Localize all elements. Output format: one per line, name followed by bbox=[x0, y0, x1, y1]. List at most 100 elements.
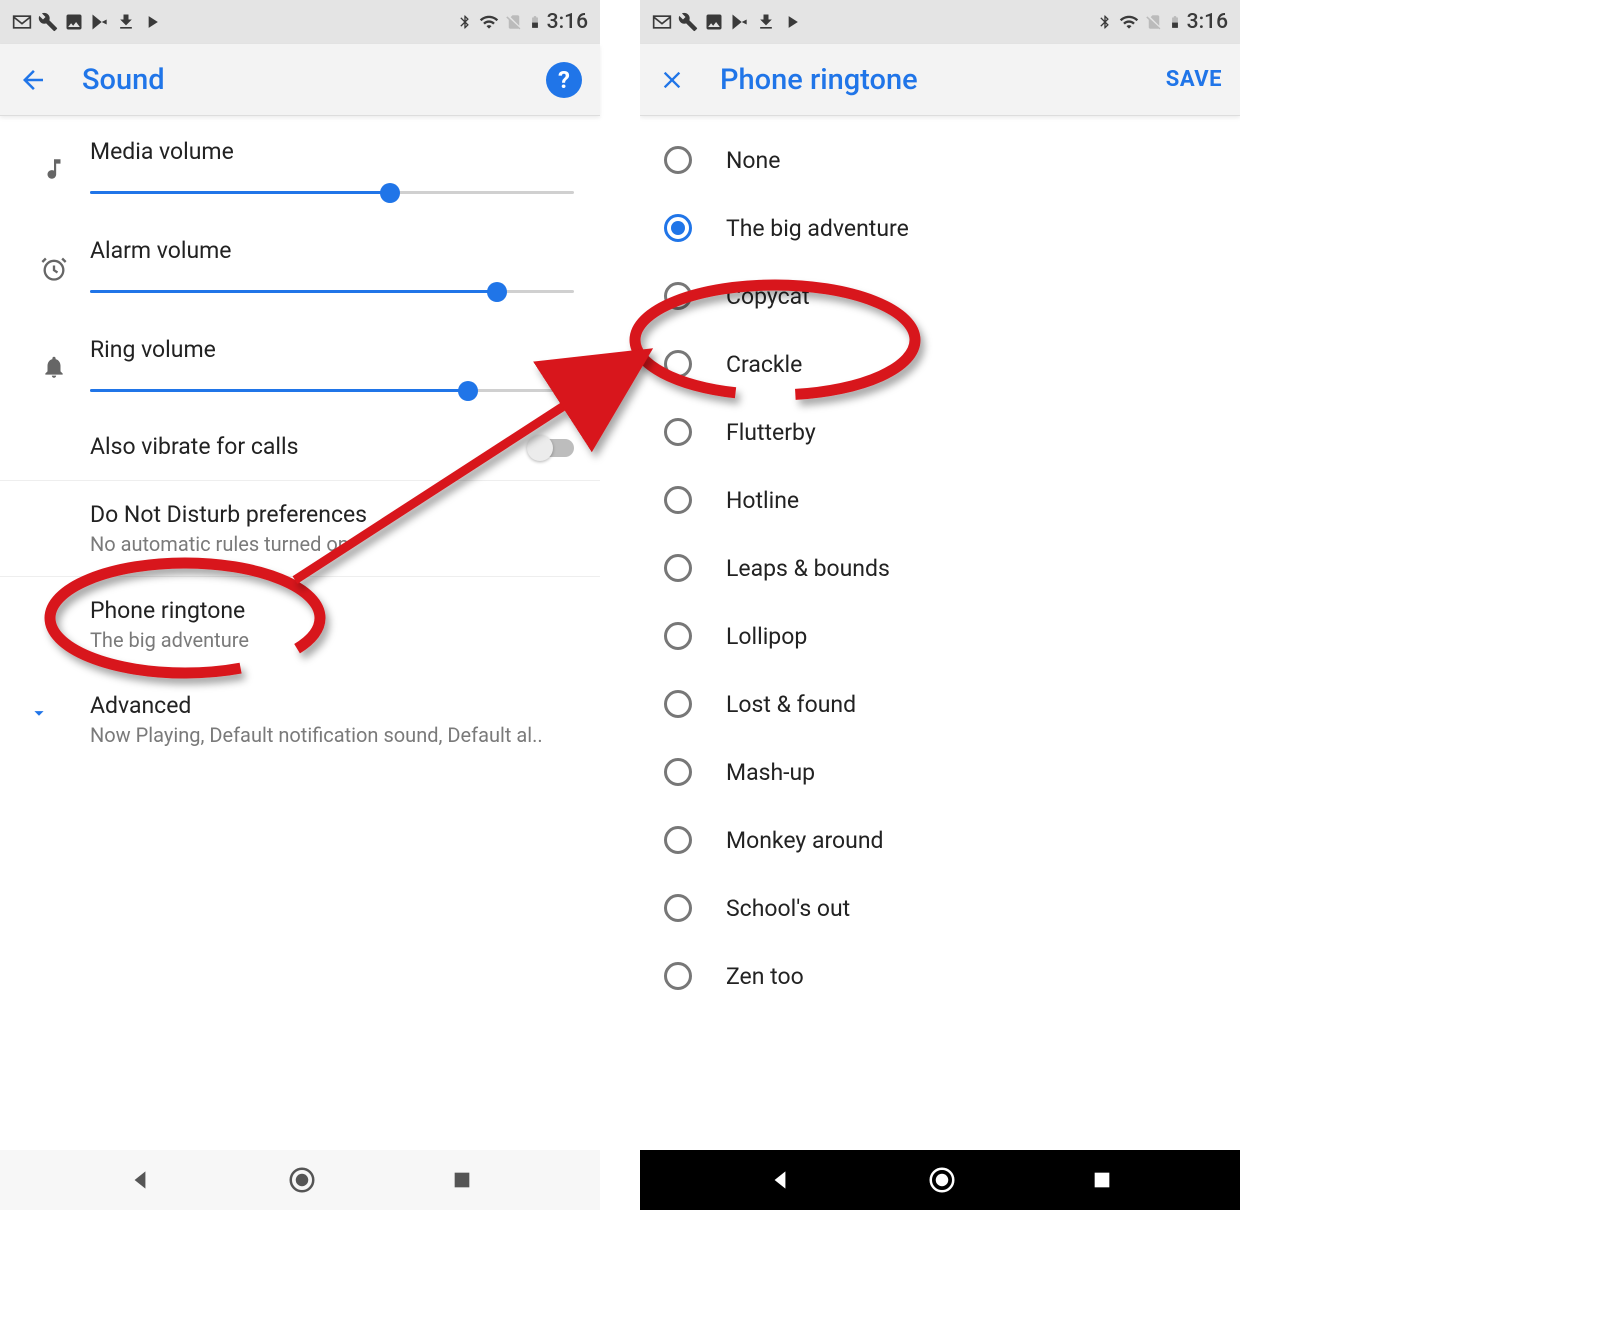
bell-icon bbox=[41, 354, 67, 384]
radio-button[interactable] bbox=[664, 690, 692, 718]
ringtone-item-lost-found[interactable]: Lost & found bbox=[640, 670, 1240, 738]
ringtone-list: None The big adventure Copycat Crackle F… bbox=[640, 116, 1240, 1020]
right-phone-screen: 3:16 Phone ringtone SAVE None The big ad… bbox=[640, 0, 1240, 1210]
radio-button[interactable] bbox=[664, 282, 692, 310]
ringtone-item-copycat[interactable]: Copycat bbox=[640, 262, 1240, 330]
wifi-icon bbox=[1118, 12, 1140, 32]
nav-home-button[interactable] bbox=[287, 1165, 317, 1195]
ringtone-label: Monkey around bbox=[726, 827, 884, 854]
ringtone-subtitle: The big adventure bbox=[90, 628, 574, 652]
save-button[interactable]: SAVE bbox=[1166, 67, 1222, 92]
play-icon bbox=[782, 12, 802, 32]
status-time: 3:16 bbox=[547, 10, 588, 34]
wrench-icon bbox=[38, 12, 58, 32]
ring-volume-label: Ring volume bbox=[90, 336, 574, 363]
ringtone-label: Flutterby bbox=[726, 419, 816, 446]
gmail-icon bbox=[652, 12, 672, 32]
nav-bar bbox=[0, 1150, 600, 1210]
back-arrow-icon[interactable] bbox=[18, 65, 48, 95]
ringtone-item-crackle[interactable]: Crackle bbox=[640, 330, 1240, 398]
ringtone-label: The big adventure bbox=[726, 215, 909, 242]
nav-home-button[interactable] bbox=[927, 1165, 957, 1195]
radio-button[interactable] bbox=[664, 418, 692, 446]
ringtone-title: Phone ringtone bbox=[90, 597, 574, 624]
no-sim-icon bbox=[505, 12, 523, 32]
radio-button[interactable] bbox=[664, 962, 692, 990]
vibrate-switch[interactable] bbox=[530, 439, 574, 457]
ringtone-label: School's out bbox=[726, 895, 850, 922]
left-phone-screen: 3:16 Sound ? Media volume bbox=[0, 0, 600, 1210]
ringtone-label: Hotline bbox=[726, 487, 799, 514]
ringtone-item-schools-out[interactable]: School's out bbox=[640, 874, 1240, 942]
play-icon bbox=[142, 12, 162, 32]
bluetooth-icon bbox=[457, 12, 473, 32]
ringtone-label: None bbox=[726, 147, 780, 174]
ringtone-label: Copycat bbox=[726, 283, 810, 310]
image-icon bbox=[704, 12, 724, 32]
app-bar: Phone ringtone SAVE bbox=[640, 44, 1240, 116]
ringtone-label: Crackle bbox=[726, 351, 802, 378]
phone-ringtone-row[interactable]: Phone ringtone The big adventure bbox=[0, 576, 600, 672]
page-title: Phone ringtone bbox=[720, 63, 1166, 97]
ringtone-label: Lollipop bbox=[726, 623, 807, 650]
play-store-icon bbox=[90, 12, 110, 32]
download-icon bbox=[756, 12, 776, 32]
media-volume-slider[interactable] bbox=[90, 181, 574, 205]
radio-button[interactable] bbox=[664, 486, 692, 514]
ringtone-item-mash-up[interactable]: Mash-up bbox=[640, 738, 1240, 806]
no-sim-icon bbox=[1145, 12, 1163, 32]
nav-back-button[interactable] bbox=[127, 1167, 153, 1193]
alarm-volume-row: Alarm volume bbox=[0, 215, 600, 314]
advanced-title: Advanced bbox=[90, 692, 574, 719]
nav-recent-button[interactable] bbox=[451, 1169, 473, 1191]
ringtone-item-leaps-bounds[interactable]: Leaps & bounds bbox=[640, 534, 1240, 602]
close-icon[interactable] bbox=[658, 66, 686, 94]
media-volume-row: Media volume bbox=[0, 116, 600, 215]
radio-button[interactable] bbox=[664, 826, 692, 854]
nav-bar bbox=[640, 1150, 1240, 1210]
play-store-icon bbox=[730, 12, 750, 32]
ringtone-item-hotline[interactable]: Hotline bbox=[640, 466, 1240, 534]
radio-button[interactable] bbox=[664, 214, 692, 242]
download-icon bbox=[116, 12, 136, 32]
ringtone-label: Mash-up bbox=[726, 759, 815, 786]
radio-button[interactable] bbox=[664, 758, 692, 786]
vibrate-for-calls-row[interactable]: Also vibrate for calls bbox=[0, 413, 600, 480]
ringtone-item-the-big-adventure[interactable]: The big adventure bbox=[640, 194, 1240, 262]
ring-volume-slider[interactable] bbox=[90, 379, 574, 403]
nav-recent-button[interactable] bbox=[1091, 1169, 1113, 1191]
ringtone-item-monkey-around[interactable]: Monkey around bbox=[640, 806, 1240, 874]
radio-button[interactable] bbox=[664, 894, 692, 922]
ringtone-item-none[interactable]: None bbox=[640, 126, 1240, 194]
help-icon[interactable]: ? bbox=[546, 62, 582, 98]
ringtone-item-zen-too[interactable]: Zen too bbox=[640, 942, 1240, 1010]
wifi-icon bbox=[478, 12, 500, 32]
advanced-subtitle: Now Playing, Default notification sound,… bbox=[90, 723, 574, 747]
advanced-row[interactable]: Advanced Now Playing, Default notificati… bbox=[0, 672, 600, 767]
vibrate-label: Also vibrate for calls bbox=[90, 433, 574, 460]
alarm-volume-slider[interactable] bbox=[90, 280, 574, 304]
ringtone-item-lollipop[interactable]: Lollipop bbox=[640, 602, 1240, 670]
music-note-icon bbox=[41, 156, 67, 186]
alarm-volume-label: Alarm volume bbox=[90, 237, 574, 264]
radio-button[interactable] bbox=[664, 350, 692, 378]
nav-back-button[interactable] bbox=[767, 1167, 793, 1193]
ringtone-label: Zen too bbox=[726, 963, 804, 990]
battery-icon bbox=[528, 12, 542, 32]
gmail-icon bbox=[12, 12, 32, 32]
dnd-preferences-row[interactable]: Do Not Disturb preferences No automatic … bbox=[0, 480, 600, 576]
ringtone-item-flutterby[interactable]: Flutterby bbox=[640, 398, 1240, 466]
page-title: Sound bbox=[82, 63, 546, 97]
bluetooth-icon bbox=[1097, 12, 1113, 32]
ringtone-label: Leaps & bounds bbox=[726, 555, 890, 582]
chevron-down-icon bbox=[28, 702, 50, 728]
dnd-title: Do Not Disturb preferences bbox=[90, 501, 574, 528]
radio-button[interactable] bbox=[664, 554, 692, 582]
battery-icon bbox=[1168, 12, 1182, 32]
status-bar: 3:16 bbox=[640, 0, 1240, 44]
media-volume-label: Media volume bbox=[90, 138, 574, 165]
dnd-subtitle: No automatic rules turned on bbox=[90, 532, 574, 556]
radio-button[interactable] bbox=[664, 146, 692, 174]
app-bar: Sound ? bbox=[0, 44, 600, 116]
radio-button[interactable] bbox=[664, 622, 692, 650]
